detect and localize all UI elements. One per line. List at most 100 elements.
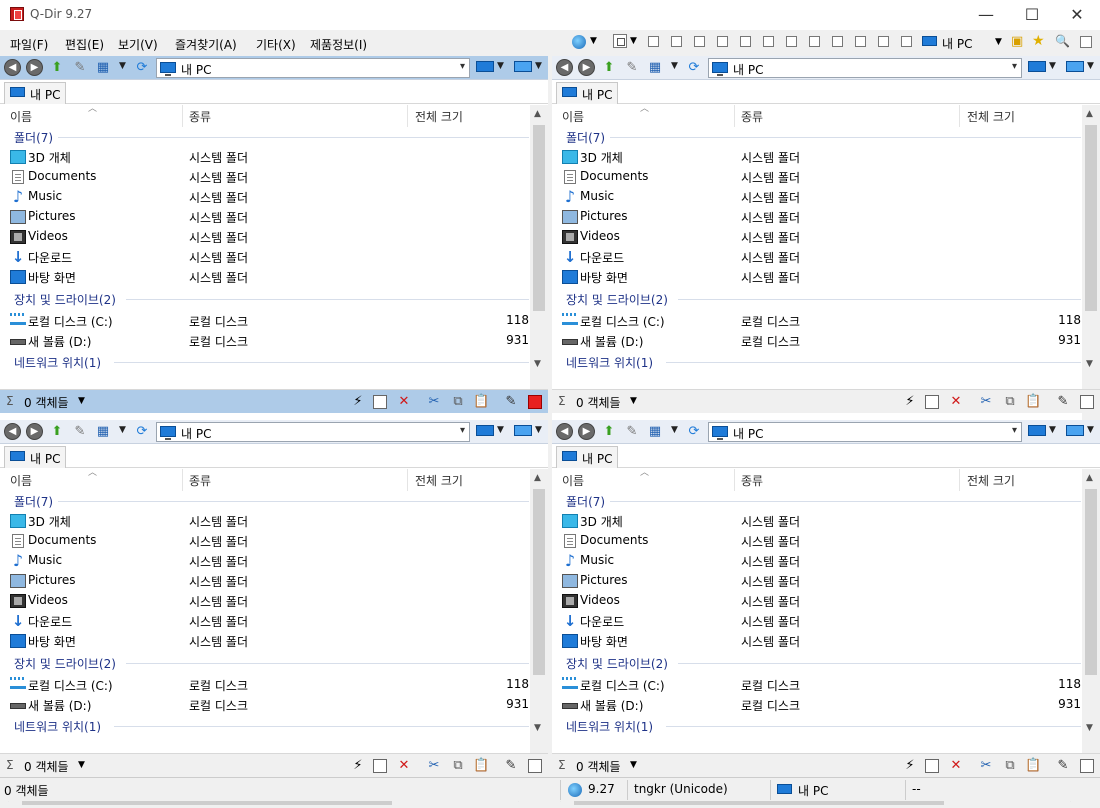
group-folders[interactable]: 폴더(7) [566, 493, 1081, 510]
properties-icon[interactable] [528, 395, 542, 409]
column-size[interactable]: 전체 크기 [967, 472, 1015, 489]
cut-icon[interactable]: ✂ [426, 758, 442, 774]
group-network[interactable]: 네트워크 위치(1) [14, 718, 529, 735]
layout-icon[interactable] [717, 36, 728, 47]
chevron-down-icon[interactable]: ▼ [119, 425, 126, 435]
layout-icon[interactable] [832, 36, 843, 47]
up-folder-icon[interactable]: ⬆ [600, 59, 618, 76]
scroll-down-icon[interactable]: ▼ [534, 723, 541, 733]
layout-icon[interactable] [671, 36, 682, 47]
pane-layout-icon[interactable] [476, 425, 494, 436]
tab-my-pc[interactable]: 내 PC [556, 446, 618, 468]
column-separator[interactable] [407, 469, 408, 491]
mail-icon[interactable] [925, 759, 939, 773]
lightning-icon[interactable]: ⚡ [350, 758, 366, 774]
up-folder-icon[interactable]: ⬆ [48, 59, 66, 76]
layout-icon[interactable] [740, 36, 751, 47]
column-name[interactable]: 이름 [10, 108, 32, 125]
layout-4pane-icon[interactable] [613, 34, 627, 48]
rename-icon[interactable]: ✎ [503, 758, 519, 774]
chevron-down-icon[interactable]: ▾ [460, 425, 465, 436]
group-network[interactable]: 네트워크 위치(1) [566, 354, 1081, 371]
chevron-down-icon[interactable]: ▼ [497, 61, 504, 71]
mail-icon[interactable] [373, 759, 387, 773]
group-devices[interactable]: 장치 및 드라이브(2) [566, 291, 1081, 308]
list-item[interactable]: ♪ Music 시스템 폴더 [552, 187, 1082, 207]
chevron-down-icon[interactable]: ▼ [630, 36, 637, 46]
scroll-down-icon[interactable]: ▼ [1086, 359, 1093, 369]
chevron-down-icon[interactable]: ▼ [78, 760, 85, 770]
group-folders[interactable]: 폴더(7) [14, 129, 529, 146]
list-item[interactable]: ↓ 다운로드 시스템 폴더 [552, 611, 1082, 631]
list-item[interactable]: 바탕 화면 시스템 폴더 [0, 631, 530, 651]
refresh-icon[interactable]: ⟳ [685, 59, 703, 76]
lightning-icon[interactable]: ⚡ [902, 394, 918, 410]
layout-icon[interactable] [648, 36, 659, 47]
cut-icon[interactable]: ✂ [978, 394, 994, 410]
lightning-icon[interactable]: ⚡ [350, 394, 366, 410]
chevron-down-icon[interactable]: ▼ [78, 396, 85, 406]
scroll-thumb[interactable] [533, 489, 545, 675]
folder-options-icon[interactable]: ✎ [623, 423, 641, 440]
cut-icon[interactable]: ✂ [978, 758, 994, 774]
list-item[interactable]: ↓ 다운로드 시스템 폴더 [0, 247, 530, 267]
chevron-down-icon[interactable]: ▾ [1012, 425, 1017, 436]
column-size[interactable]: 전체 크기 [415, 472, 463, 489]
address-bar[interactable]: 내 PC ▾ [156, 58, 470, 78]
column-type[interactable]: 종류 [741, 108, 763, 125]
delete-icon[interactable]: ✕ [396, 758, 412, 774]
forward-button[interactable]: ▶ [578, 59, 595, 76]
chevron-down-icon[interactable]: ▼ [671, 61, 678, 71]
list-item[interactable]: 새 볼륨 (D:) 로컬 디스크 931 [0, 331, 530, 351]
address-bar[interactable]: 내 PC ▾ [156, 422, 470, 442]
menu-edit[interactable]: 편집(E) [65, 36, 104, 53]
folder-options-icon[interactable]: ✎ [623, 59, 641, 76]
layout-icon[interactable] [694, 36, 705, 47]
column-type[interactable]: 종류 [741, 472, 763, 489]
copy-icon[interactable]: ⧉ [450, 394, 466, 410]
list-item[interactable]: Videos 시스템 폴더 [552, 227, 1082, 247]
column-type[interactable]: 종류 [189, 108, 211, 125]
chevron-down-icon[interactable]: ▼ [1049, 61, 1056, 71]
chevron-down-icon[interactable]: ▾ [1012, 61, 1017, 72]
chevron-down-icon[interactable]: ▼ [535, 61, 542, 71]
group-network[interactable]: 네트워크 위치(1) [566, 718, 1081, 735]
properties-icon[interactable] [1080, 759, 1094, 773]
scroll-thumb[interactable] [1085, 489, 1097, 675]
address-bar[interactable]: 내 PC ▾ [708, 58, 1022, 78]
column-name[interactable]: 이름 [562, 108, 584, 125]
layout-icon[interactable] [763, 36, 774, 47]
chevron-down-icon[interactable]: ▼ [1087, 61, 1094, 71]
chevron-down-icon[interactable]: ▼ [590, 36, 597, 46]
view-mode-icon[interactable]: ▦ [94, 59, 112, 76]
column-name[interactable]: 이름 [10, 472, 32, 489]
list-item[interactable]: 바탕 화면 시스템 폴더 [552, 267, 1082, 287]
rename-icon[interactable]: ✎ [503, 394, 519, 410]
pane-monitor-icon[interactable] [514, 425, 532, 436]
list-item[interactable]: Videos 시스템 폴더 [552, 591, 1082, 611]
list-item[interactable]: Documents 시스템 폴더 [0, 531, 530, 551]
toolbar-location[interactable]: 내 PC [942, 35, 972, 52]
copy-icon[interactable]: ⧉ [1002, 394, 1018, 410]
column-separator[interactable] [734, 469, 735, 491]
chevron-down-icon[interactable]: ▼ [497, 425, 504, 435]
close-button[interactable]: ✕ [1054, 0, 1100, 30]
rename-icon[interactable]: ✎ [1055, 394, 1071, 410]
settings-icon[interactable] [1080, 36, 1092, 48]
pane-layout-icon[interactable] [1028, 425, 1046, 436]
list-item[interactable]: 로컬 디스크 (C:) 로컬 디스크 118 [552, 675, 1082, 695]
paste-icon[interactable]: 📋 [1025, 758, 1041, 774]
delete-icon[interactable]: ✕ [396, 394, 412, 410]
view-mode-icon[interactable]: ▦ [94, 423, 112, 440]
forward-button[interactable]: ▶ [26, 59, 43, 76]
rename-icon[interactable]: ✎ [1055, 758, 1071, 774]
paste-icon[interactable]: 📋 [473, 758, 489, 774]
chevron-down-icon[interactable]: ▼ [1087, 425, 1094, 435]
list-item[interactable]: ↓ 다운로드 시스템 폴더 [552, 247, 1082, 267]
copy-icon[interactable]: ⧉ [1002, 758, 1018, 774]
language-label[interactable]: tngkr (Unicode) [634, 782, 728, 796]
paste-icon[interactable]: 📋 [473, 394, 489, 410]
list-item[interactable]: 새 볼륨 (D:) 로컬 디스크 931 [552, 331, 1082, 351]
list-item[interactable]: Pictures 시스템 폴더 [0, 207, 530, 227]
list-item[interactable]: Videos 시스템 폴더 [0, 227, 530, 247]
